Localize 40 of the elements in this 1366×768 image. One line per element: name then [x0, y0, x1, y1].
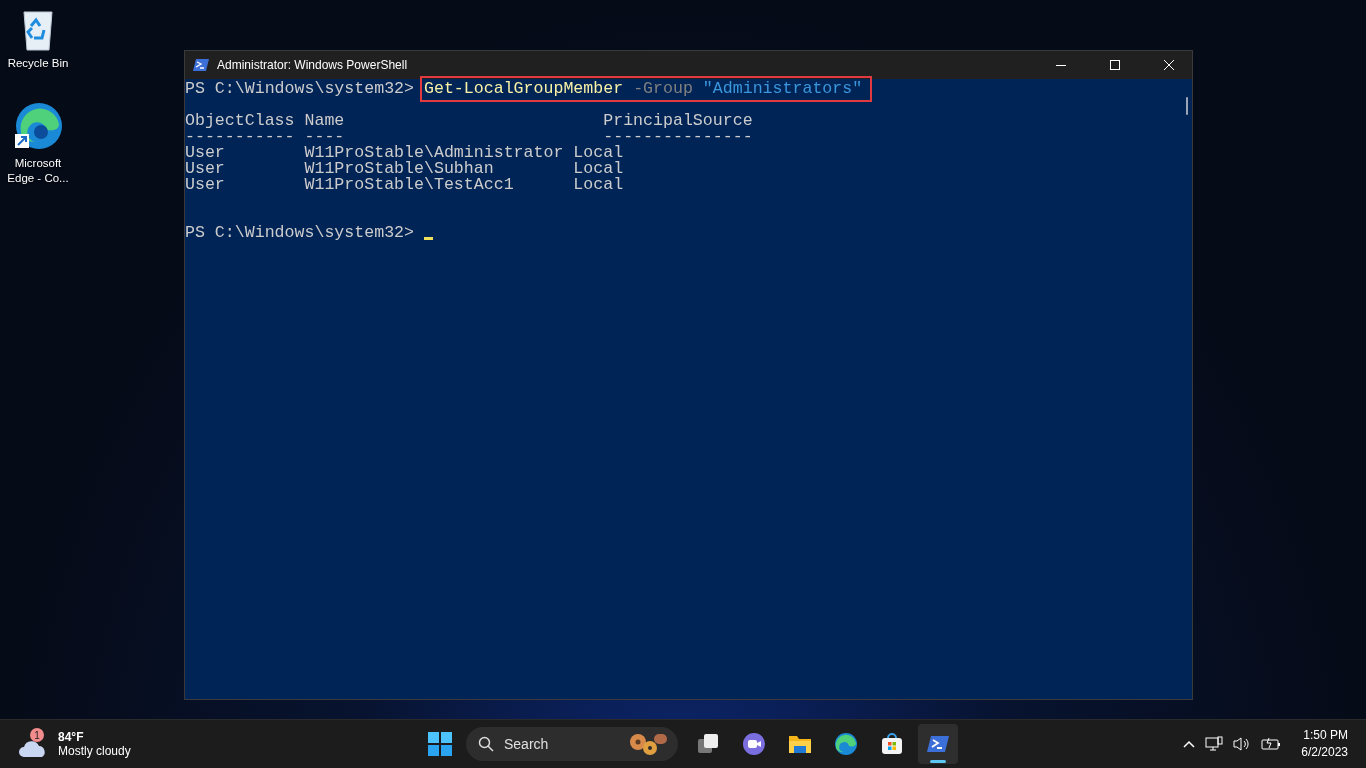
output-line: User W11ProStable\TestAcc1 Local	[185, 177, 624, 193]
text-cursor	[424, 237, 433, 240]
desktop-icon-label[interactable]: Microsoft Edge - Co...	[7, 156, 69, 186]
close-icon	[1164, 60, 1174, 70]
prompt-text: PS C:\Windows\system32>	[185, 81, 416, 97]
weather-widget[interactable]: 1 84°F Mostly cloudy	[0, 730, 418, 758]
edge-icon	[833, 731, 859, 757]
clock-time: 1:50 PM	[1303, 727, 1348, 744]
taskbar-app-button[interactable]	[918, 724, 958, 764]
network-icon[interactable]	[1205, 736, 1224, 752]
maximize-icon	[1110, 60, 1120, 70]
clock[interactable]: 1:50 PM 6/2/2023	[1301, 727, 1348, 761]
output-line: ----------- ---- ---------------	[185, 129, 753, 145]
clock-date: 6/2/2023	[1301, 744, 1348, 761]
output-line: ObjectClass Name PrincipalSource	[185, 113, 753, 129]
prompt-text: PS C:\Windows\system32>	[185, 225, 416, 241]
scrollbar-thumb[interactable]	[1186, 97, 1188, 115]
highlighted-command: Get-LocalGroupMember -Group "Administrators"	[420, 76, 873, 102]
store-icon	[879, 731, 905, 757]
minimize-icon	[1056, 64, 1066, 66]
window-title: Administrator: Windows PowerShell	[217, 58, 409, 72]
output-line: User W11ProStable\Subhan Local	[185, 161, 624, 177]
chat-icon	[741, 731, 767, 757]
volume-icon[interactable]	[1233, 736, 1252, 752]
notification-badge: 1	[30, 728, 44, 742]
cloud-icon	[18, 738, 48, 758]
active-indicator	[930, 760, 946, 763]
battery-icon[interactable]	[1261, 736, 1282, 752]
weather-condition: Mostly cloudy	[58, 744, 131, 758]
powershell-icon	[193, 58, 209, 72]
desktop-icon-label[interactable]: Recycle Bin	[7, 56, 69, 71]
temperature-text: 84°F	[58, 730, 85, 744]
recycle-bin-icon	[20, 8, 56, 52]
donut-drawing	[628, 731, 668, 757]
search-field[interactable]: Search	[466, 727, 678, 761]
chevron-up-icon[interactable]	[1183, 740, 1196, 748]
start-icon	[428, 732, 452, 756]
edge-shortcut-icon	[13, 102, 63, 152]
search-icon	[478, 736, 494, 752]
output-line: User W11ProStable\Administrator Local	[185, 145, 624, 161]
